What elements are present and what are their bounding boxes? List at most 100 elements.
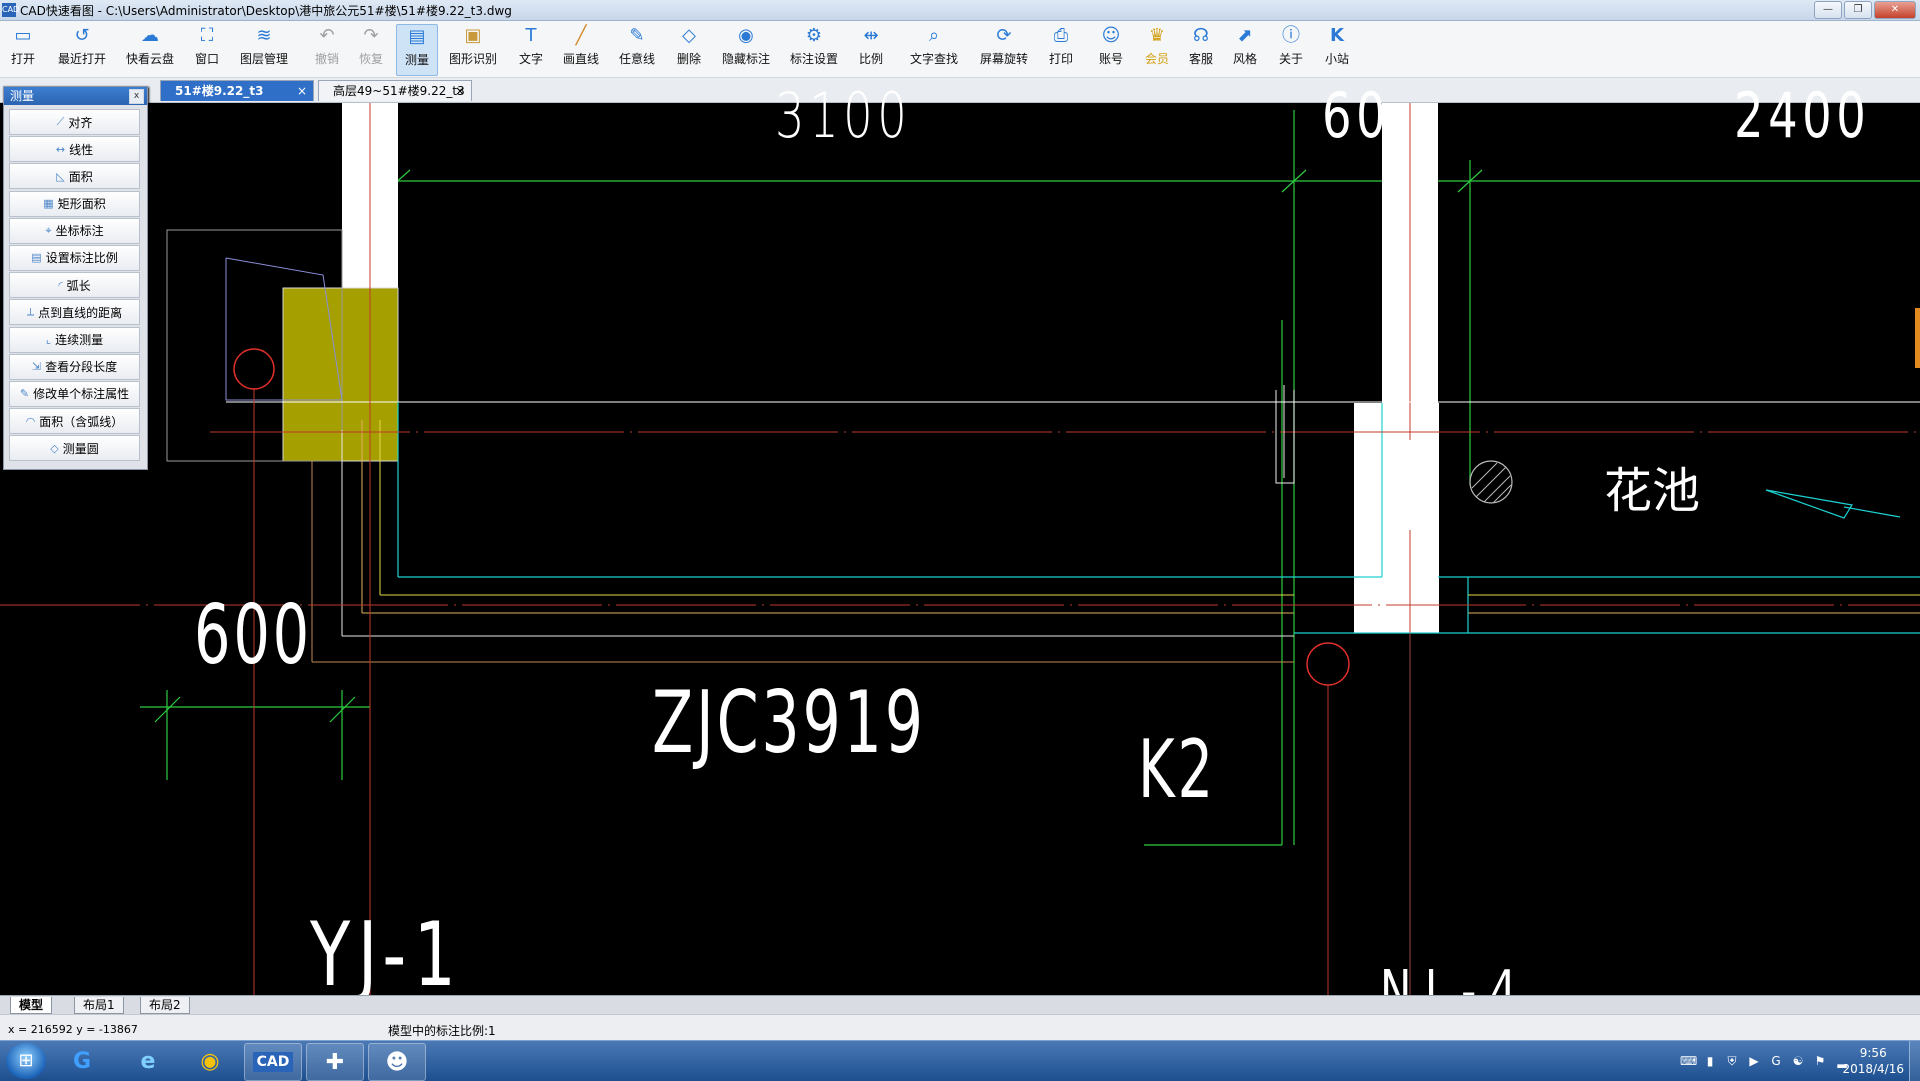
show-desktop-button[interactable] bbox=[1909, 1041, 1920, 1081]
coordinate-icon: ⌖ bbox=[45, 223, 52, 237]
draw-line-button[interactable]: ╱ 画直线 bbox=[558, 24, 604, 74]
annotation-settings-button[interactable]: ⚙ 标注设置 bbox=[786, 24, 842, 74]
cad-icon: CAD bbox=[252, 1052, 294, 1072]
scroll-indicator[interactable] bbox=[1915, 308, 1920, 368]
usb-icon[interactable]: ▮ bbox=[1702, 1053, 1718, 1069]
keyboard-icon[interactable]: ⌨ bbox=[1680, 1053, 1697, 1069]
chrome-icon: ◉ bbox=[200, 1048, 220, 1074]
cursor-coordinates: x = 216592 y = -13867 bbox=[8, 1023, 138, 1036]
column-label: K2 bbox=[1138, 723, 1216, 816]
measure-continuous-button[interactable]: ⌞ 连续测量 bbox=[9, 326, 140, 353]
open-button[interactable]: ▭ 打开 bbox=[4, 24, 42, 74]
taskbar-qq[interactable]: ☻ bbox=[368, 1043, 426, 1081]
tab-51-building[interactable]: 51#楼9.22_t3 × bbox=[160, 80, 314, 101]
drawing-canvas[interactable]: 3100 60 2400 600 ZJC3919 K2 YJ-1 花池 NL-4 bbox=[0, 79, 1920, 1024]
cad-drawing bbox=[0, 103, 1920, 995]
tab-layout1[interactable]: 布局1 bbox=[74, 997, 124, 1014]
layers-button[interactable]: ≋ 图层管理 bbox=[236, 24, 292, 74]
freehand-button[interactable]: ✎ 任意线 bbox=[614, 24, 660, 74]
measure-area-button[interactable]: ◺ 面积 bbox=[9, 163, 140, 190]
media-icon[interactable]: ▶ bbox=[1746, 1053, 1762, 1069]
support-button[interactable]: ☊ 客服 bbox=[1184, 24, 1218, 74]
ime-icon[interactable]: ☯ bbox=[1790, 1053, 1806, 1069]
app-icon: CAD bbox=[2, 3, 19, 17]
measure-point-line-button[interactable]: ⟂ 点到直线的距离 bbox=[9, 299, 140, 326]
clock[interactable]: 9:56 2018/4/16 bbox=[1842, 1045, 1904, 1077]
start-button[interactable]: ⊞ bbox=[6, 1043, 46, 1079]
redo-button[interactable]: ↷ 恢复 bbox=[354, 24, 388, 74]
eraser-icon: ◇ bbox=[682, 25, 696, 46]
rotate-screen-icon: ⟳ bbox=[996, 25, 1012, 46]
taskbar-sogou[interactable]: G bbox=[54, 1043, 110, 1079]
close-button[interactable]: ✕ bbox=[1874, 1, 1916, 19]
tab-layout2[interactable]: 布局2 bbox=[140, 997, 190, 1014]
measure-edit-annotation-button[interactable]: ✎ 修改单个标注属性 bbox=[9, 380, 140, 407]
delete-button[interactable]: ◇ 删除 bbox=[672, 24, 706, 74]
close-tab-icon[interactable]: × bbox=[297, 81, 307, 101]
tab-high-rise[interactable]: 高层49~51#楼9.22_t3 × bbox=[318, 80, 472, 101]
vip-button[interactable]: ♛ 会员 bbox=[1140, 24, 1174, 74]
text-search-button[interactable]: ⌕ 文字查找 bbox=[906, 24, 962, 74]
rotate-screen-button[interactable]: ⟳ 屏幕旋转 bbox=[976, 24, 1032, 74]
measure-linear-button[interactable]: ↔ 线性 bbox=[9, 136, 140, 163]
ruler-icon: ▤ bbox=[408, 26, 426, 47]
align-icon: ⟋ bbox=[56, 115, 65, 128]
close-tab-icon[interactable]: × bbox=[455, 81, 465, 101]
undo-button[interactable]: ↶ 撤销 bbox=[310, 24, 344, 74]
cloud-button[interactable]: ☁ 快看云盘 bbox=[122, 24, 178, 74]
account-button[interactable]: ☺ 账号 bbox=[1094, 24, 1128, 74]
recent-button[interactable]: ↺ 最近打开 bbox=[54, 24, 110, 74]
tab-model[interactable]: 模型 bbox=[10, 997, 53, 1014]
taskbar: ⊞ G e ◉ CAD ✚ ☻ ⌨ ▮ ⛨ ▶ G ☯ ⚑ ▂ 9:56 201… bbox=[0, 1040, 1920, 1081]
window-button[interactable]: ⛶ 窗口 bbox=[190, 24, 224, 74]
linear-icon: ↔ bbox=[55, 142, 66, 156]
sogou-icon: G bbox=[72, 1048, 92, 1074]
taskbar-remote[interactable]: ✚ bbox=[306, 1043, 364, 1081]
measure-segment-length-button[interactable]: ⇲ 查看分段长度 bbox=[9, 353, 140, 380]
redo-icon: ↷ bbox=[363, 25, 379, 46]
scale-button[interactable]: ⇹ 比例 bbox=[854, 24, 888, 74]
planter-label: 花池 bbox=[1604, 463, 1701, 519]
print-button[interactable]: ⎙ 打印 bbox=[1044, 24, 1078, 74]
title-bar: CAD CAD快速看图 - C:\Users\Administrator\Des… bbox=[0, 0, 1920, 21]
measure-align-button[interactable]: ⟋ 对齐 bbox=[9, 109, 140, 135]
sogou-tray-icon[interactable]: G bbox=[1768, 1053, 1784, 1069]
maximize-button[interactable]: ❐ bbox=[1844, 1, 1872, 19]
taskbar-cad[interactable]: CAD bbox=[244, 1043, 302, 1081]
dimension-label: 60 bbox=[1322, 79, 1391, 152]
panel-close-icon[interactable]: x bbox=[129, 89, 144, 104]
layout-tabs: 模型 布局1 布局2 bbox=[0, 995, 1920, 1014]
measure-panel-header[interactable]: 测量 x bbox=[4, 87, 147, 105]
measure-arc-length-button[interactable]: ◜ 弧长 bbox=[9, 272, 140, 299]
flag-icon[interactable]: ⚑ bbox=[1812, 1053, 1828, 1069]
arc-icon: ◜ bbox=[58, 278, 63, 292]
column-hatch bbox=[282, 287, 399, 462]
style-button[interactable]: ⬈ 风格 bbox=[1228, 24, 1262, 74]
headset-icon: ☊ bbox=[1193, 25, 1209, 46]
folder-open-icon: ▭ bbox=[14, 25, 32, 46]
shield-icon[interactable]: ⛨ bbox=[1724, 1053, 1740, 1069]
status-bar: x = 216592 y = -13867 模型中的标注比例:1 bbox=[0, 1014, 1920, 1041]
printer-icon: ⎙ bbox=[1053, 25, 1069, 46]
about-button[interactable]: ⓘ 关于 bbox=[1274, 24, 1308, 74]
eye-hide-icon: ◉ bbox=[738, 25, 754, 46]
rect-area-icon: ▦ bbox=[43, 197, 54, 211]
measure-rect-area-button[interactable]: ▦ 矩形面积 bbox=[9, 190, 140, 217]
taskbar-chrome[interactable]: ◉ bbox=[182, 1043, 238, 1079]
measure-set-scale-button[interactable]: ▤ 设置标注比例 bbox=[9, 244, 140, 271]
foundation-label: ZJC3919 bbox=[652, 673, 926, 773]
continuous-icon: ⌞ bbox=[45, 333, 52, 346]
measure-circle-button[interactable]: ◇ 测量圆 bbox=[9, 435, 140, 462]
taskbar-ie[interactable]: e bbox=[120, 1043, 176, 1079]
minimize-button[interactable]: — bbox=[1814, 1, 1842, 19]
station-button[interactable]: K 小站 bbox=[1320, 24, 1354, 74]
hide-annotations-button[interactable]: ◉ 隐藏标注 bbox=[718, 24, 774, 74]
measure-coordinate-button[interactable]: ⌖ 坐标标注 bbox=[9, 217, 140, 244]
history-icon: ↺ bbox=[74, 25, 90, 46]
text-button[interactable]: T 文字 bbox=[514, 24, 548, 74]
document-tabs: 51#楼9.22_t3 × 高层49~51#楼9.22_t3 × bbox=[0, 78, 1920, 103]
measure-button[interactable]: ▤ 测量 bbox=[396, 24, 438, 76]
measure-area-arc-button[interactable]: ◠ 面积（含弧线） bbox=[9, 408, 140, 435]
shape-recognize-button[interactable]: ▣ 图形识别 bbox=[446, 24, 500, 74]
dimension-label: 600 bbox=[194, 588, 312, 683]
